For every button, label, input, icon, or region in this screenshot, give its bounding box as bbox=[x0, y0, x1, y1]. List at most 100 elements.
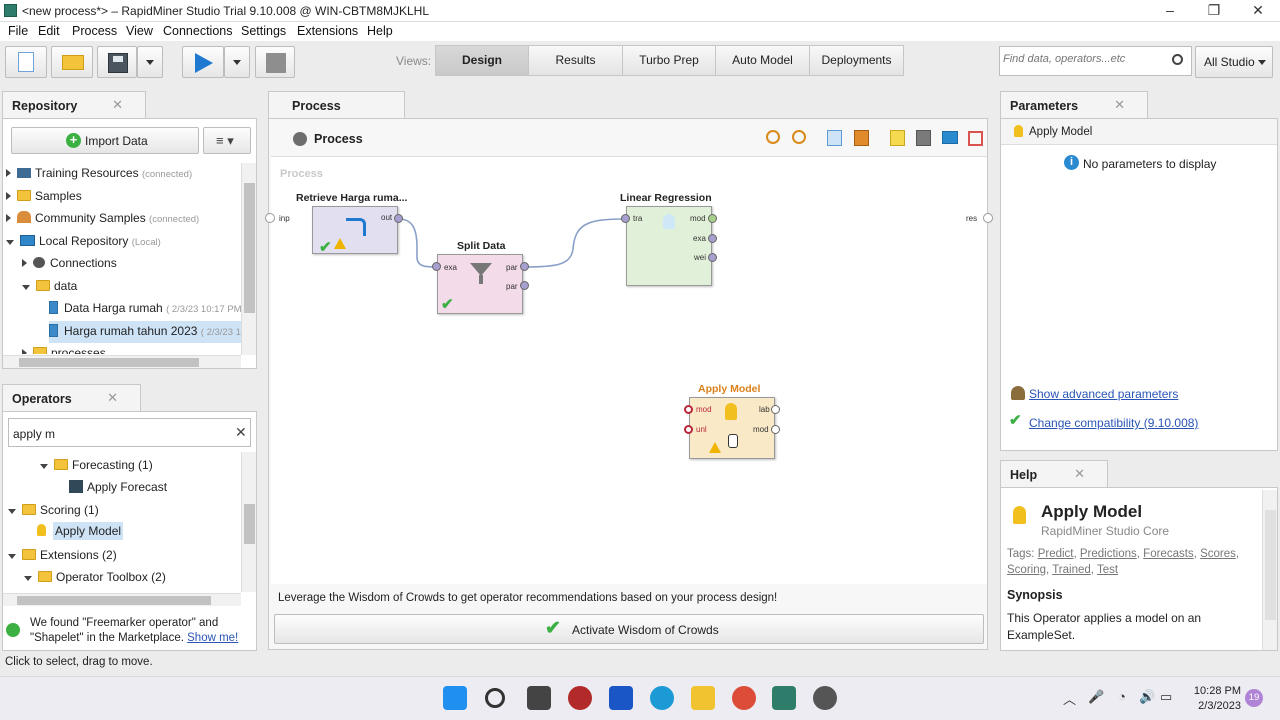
tab-turbo-prep[interactable]: Turbo Prep bbox=[622, 45, 716, 76]
file-explorer-icon[interactable] bbox=[691, 686, 715, 710]
tab-repository[interactable]: Repository ✕ bbox=[2, 91, 146, 119]
chrome-icon[interactable] bbox=[732, 686, 756, 710]
process-canvas[interactable]: Process inp res Retrieve Harga ruma... ✔… bbox=[265, 156, 993, 584]
save-options-dropdown[interactable] bbox=[137, 46, 163, 78]
new-process-button[interactable] bbox=[5, 46, 47, 78]
operator-apply-forecast[interactable]: Apply Forecast bbox=[69, 480, 167, 494]
run-process-button[interactable] bbox=[182, 46, 224, 78]
menu-view[interactable]: View bbox=[126, 24, 153, 38]
search-scope-dropdown[interactable]: All Studio bbox=[1195, 46, 1273, 78]
speaker-icon[interactable]: 🔊 bbox=[1139, 689, 1155, 705]
split-exa-port[interactable] bbox=[432, 262, 441, 271]
operator-search-input[interactable]: apply m bbox=[13, 427, 55, 441]
zoom-out-icon[interactable] bbox=[792, 130, 806, 144]
menu-connections[interactable]: Connections bbox=[163, 24, 233, 38]
scroll-thumb[interactable] bbox=[244, 183, 255, 313]
menu-help[interactable]: Help bbox=[367, 24, 393, 38]
tree-item-samples[interactable]: Samples bbox=[6, 189, 82, 203]
tree-item-data-folder[interactable]: data bbox=[22, 279, 77, 293]
tag-link[interactable]: Predictions bbox=[1080, 548, 1137, 560]
change-compatibility-link[interactable]: Change compatibility (9.10.008) bbox=[1029, 416, 1198, 430]
task-view-icon[interactable] bbox=[527, 686, 551, 710]
tag-link[interactable]: Forecasts bbox=[1143, 548, 1194, 560]
zoom-in-icon[interactable] bbox=[766, 130, 780, 144]
process-input-port[interactable] bbox=[265, 213, 275, 223]
search-icon[interactable] bbox=[1172, 54, 1183, 65]
operators-vertical-scrollbar[interactable] bbox=[241, 452, 256, 592]
tab-auto-model[interactable]: Auto Model bbox=[715, 45, 810, 76]
tag-link[interactable]: Predict bbox=[1038, 548, 1074, 560]
process-result-port[interactable] bbox=[983, 213, 993, 223]
open-process-button[interactable] bbox=[51, 46, 93, 78]
layout-icon[interactable] bbox=[942, 131, 958, 144]
tree-item-scoring[interactable]: Scoring (1) bbox=[8, 503, 99, 517]
rapidminer-taskbar-icon[interactable] bbox=[772, 686, 796, 710]
collapse-icon[interactable] bbox=[22, 285, 30, 290]
tree-item-processes[interactable]: processes bbox=[22, 346, 106, 354]
operator-search[interactable]: apply m ✕ bbox=[8, 418, 251, 447]
tab-process[interactable]: Process bbox=[268, 91, 405, 119]
show-advanced-parameters-link[interactable]: Show advanced parameters bbox=[1029, 387, 1178, 401]
copy-icon[interactable] bbox=[827, 130, 842, 146]
apply-lab-port[interactable] bbox=[771, 405, 780, 414]
import-data-button[interactable]: + Import Data bbox=[11, 127, 199, 154]
tag-link[interactable]: Test bbox=[1097, 564, 1118, 576]
apply-unl-port[interactable] bbox=[684, 425, 693, 434]
tree-item-local-repository[interactable]: Local Repository (Local) bbox=[6, 234, 161, 248]
tree-item-data-harga-rumah[interactable]: Data Harga rumah ( 2/3/23 10:17 PM bbox=[49, 301, 242, 315]
notification-badge[interactable]: 19 bbox=[1245, 689, 1263, 707]
tree-item-extensions[interactable]: Extensions (2) bbox=[8, 548, 117, 562]
run-options-dropdown[interactable] bbox=[224, 46, 250, 78]
operator-apply-model[interactable]: Apply Model bbox=[37, 522, 124, 540]
tab-results[interactable]: Results bbox=[528, 45, 623, 76]
tree-item-community-samples[interactable]: Community Samples (connected) bbox=[6, 211, 199, 225]
help-vertical-scrollbar[interactable] bbox=[1262, 490, 1277, 650]
activate-wisdom-button[interactable]: ✔ Activate Wisdom of Crowds bbox=[274, 614, 984, 644]
collapse-icon[interactable] bbox=[8, 509, 16, 514]
menu-extensions[interactable]: Extensions bbox=[297, 24, 358, 38]
scroll-thumb[interactable] bbox=[244, 504, 255, 544]
repository-vertical-scrollbar[interactable] bbox=[241, 163, 256, 355]
collapse-icon[interactable] bbox=[8, 554, 16, 559]
operators-horizontal-scrollbar[interactable] bbox=[3, 593, 241, 606]
tree-item-connections[interactable]: Connections bbox=[22, 256, 117, 270]
lr-tra-port[interactable] bbox=[621, 214, 630, 223]
menu-settings[interactable]: Settings bbox=[241, 24, 286, 38]
apply-mod-out-port[interactable] bbox=[771, 425, 780, 434]
tab-deployments[interactable]: Deployments bbox=[809, 45, 904, 76]
apply-mod-in-port[interactable] bbox=[684, 405, 693, 414]
menu-process[interactable]: Process bbox=[72, 24, 117, 38]
wifi-icon[interactable]: ◔ bbox=[1118, 689, 1126, 704]
paste-icon[interactable] bbox=[854, 130, 869, 146]
tag-link[interactable]: Scoring bbox=[1007, 564, 1046, 576]
retrieve-operator[interactable]: ✔ out bbox=[312, 206, 398, 256]
tree-item-operator-toolbox[interactable]: Operator Toolbox (2) bbox=[24, 570, 166, 584]
minimize-button[interactable]: – bbox=[1148, 0, 1192, 22]
tree-item-training-resources[interactable]: Training Resources (connected) bbox=[6, 166, 192, 180]
scroll-thumb[interactable] bbox=[1265, 510, 1276, 620]
battery-icon[interactable]: ▭ bbox=[1160, 689, 1172, 705]
auto-wire-icon[interactable] bbox=[916, 130, 931, 146]
split-data-operator[interactable]: ✔ exa par par bbox=[437, 254, 523, 314]
split-par-port-2[interactable] bbox=[520, 281, 529, 290]
lr-wei-port[interactable] bbox=[708, 253, 717, 262]
tab-design[interactable]: Design bbox=[435, 45, 529, 76]
tag-link[interactable]: Trained bbox=[1052, 564, 1091, 576]
clock[interactable]: 10:28 PM 2/3/2023 bbox=[1191, 684, 1241, 714]
tab-operators[interactable]: Operators ✕ bbox=[2, 384, 141, 412]
repository-menu-button[interactable]: ≡ ▾ bbox=[203, 127, 251, 154]
microphone-icon[interactable]: 🎤 bbox=[1088, 689, 1104, 705]
expand-icon[interactable] bbox=[6, 169, 11, 177]
expand-icon[interactable] bbox=[6, 214, 11, 222]
save-process-button[interactable] bbox=[97, 46, 137, 78]
windows-start-icon[interactable] bbox=[443, 686, 467, 710]
tree-item-forecasting[interactable]: Forecasting (1) bbox=[40, 458, 153, 472]
close-icon[interactable]: ✕ bbox=[107, 390, 118, 406]
global-search[interactable] bbox=[999, 46, 1192, 76]
tree-item-harga-rumah-2023[interactable]: Harga rumah tahun 2023 ( 2/3/23 1 bbox=[49, 321, 241, 343]
split-par-port-1[interactable] bbox=[520, 262, 529, 271]
maximize-button[interactable]: ❐ bbox=[1192, 0, 1236, 22]
collapse-icon[interactable] bbox=[40, 464, 48, 469]
scroll-thumb[interactable] bbox=[17, 596, 211, 605]
tab-help[interactable]: Help ✕ bbox=[1000, 460, 1108, 488]
